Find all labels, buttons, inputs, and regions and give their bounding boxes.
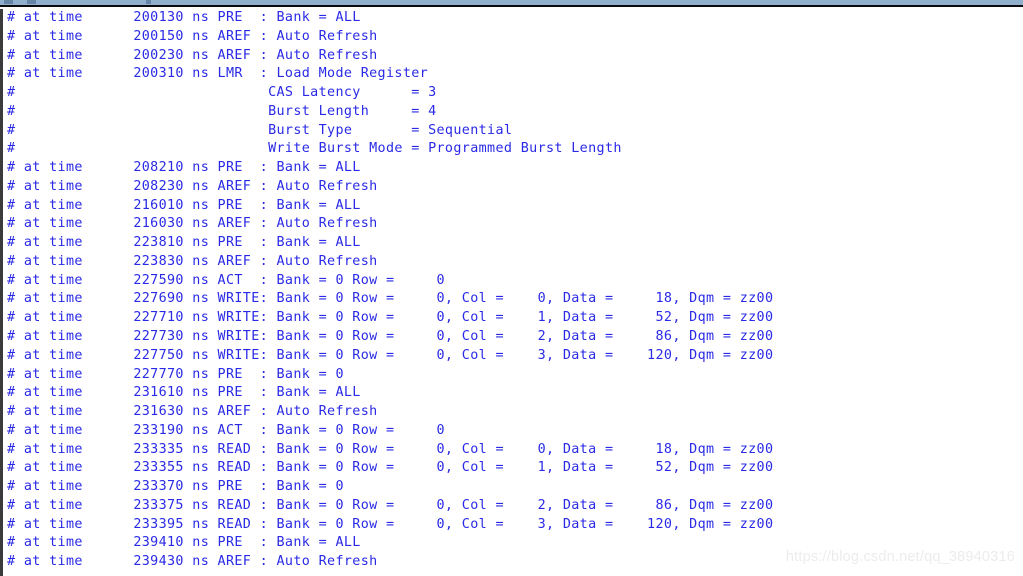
transcript-text-pane[interactable]: # at time 200130 ns PRE : Bank = ALL # at… bbox=[0, 9, 1023, 576]
transcript-line: # CAS Latency = 3 bbox=[7, 85, 437, 101]
transcript-line: # at time 200230 ns AREF : Auto Refresh bbox=[7, 47, 378, 63]
transcript-line: # at time 200310 ns LMR : Load Mode Regi… bbox=[7, 66, 429, 82]
toolbar-icon-fragment-1[interactable] bbox=[4, 0, 13, 4]
watermark-text: https://blog.csdn.net/qq_38940316 bbox=[785, 549, 1015, 565]
toolbar-strip bbox=[0, 0, 1023, 7]
transcript-line: # at time 231630 ns AREF : Auto Refresh bbox=[7, 404, 378, 420]
transcript-line: # at time 227590 ns ACT : Bank = 0 Row =… bbox=[7, 272, 445, 288]
transcript-line: # at time 227750 ns WRITE: Bank = 0 Row … bbox=[7, 347, 774, 363]
toolbar-icon-fragment-2[interactable] bbox=[27, 0, 36, 4]
transcript-line: # Burst Length = 4 bbox=[7, 103, 437, 119]
transcript-line: # Burst Type = Sequential bbox=[7, 122, 513, 138]
transcript-line: # at time 227730 ns WRITE: Bank = 0 Row … bbox=[7, 329, 774, 345]
transcript-line: # at time 233395 ns READ : Bank = 0 Row … bbox=[7, 516, 774, 532]
transcript-line: # at time 231610 ns PRE : Bank = ALL bbox=[7, 385, 361, 401]
transcript-line: # at time 227710 ns WRITE: Bank = 0 Row … bbox=[7, 310, 774, 326]
transcript-line: # at time 208210 ns PRE : Bank = ALL bbox=[7, 160, 361, 176]
transcript-line: # at time 233335 ns READ : Bank = 0 Row … bbox=[7, 441, 774, 457]
toolbar-icon-fragment-3[interactable] bbox=[146, 0, 151, 4]
transcript-line: # at time 233370 ns PRE : Bank = 0 bbox=[7, 479, 344, 495]
transcript-line: # Write Burst Mode = Programmed Burst Le… bbox=[7, 141, 622, 157]
transcript-line: # at time 233190 ns ACT : Bank = 0 Row =… bbox=[7, 422, 445, 438]
transcript-line: # at time 223830 ns AREF : Auto Refresh bbox=[7, 253, 378, 269]
transcript-line: # at time 233375 ns READ : Bank = 0 Row … bbox=[7, 497, 774, 513]
transcript-line: # at time 233355 ns READ : Bank = 0 Row … bbox=[7, 460, 774, 476]
transcript-line: # at time 223810 ns PRE : Bank = ALL bbox=[7, 235, 361, 251]
transcript-line: # at time 227690 ns WRITE: Bank = 0 Row … bbox=[7, 291, 774, 307]
transcript-line: # at time 208230 ns AREF : Auto Refresh bbox=[7, 178, 378, 194]
transcript-line: # at time 227770 ns PRE : Bank = 0 bbox=[7, 366, 344, 382]
transcript-line: # at time 200150 ns AREF : Auto Refresh bbox=[7, 28, 378, 44]
transcript-line: # at time 216010 ns PRE : Bank = ALL bbox=[7, 197, 361, 213]
simulator-transcript-window: # at time 200130 ns PRE : Bank = ALL # at… bbox=[0, 0, 1023, 576]
transcript-line: # at time 216030 ns AREF : Auto Refresh bbox=[7, 216, 378, 232]
transcript-line: # at time 200130 ns PRE : Bank = ALL bbox=[7, 10, 361, 25]
